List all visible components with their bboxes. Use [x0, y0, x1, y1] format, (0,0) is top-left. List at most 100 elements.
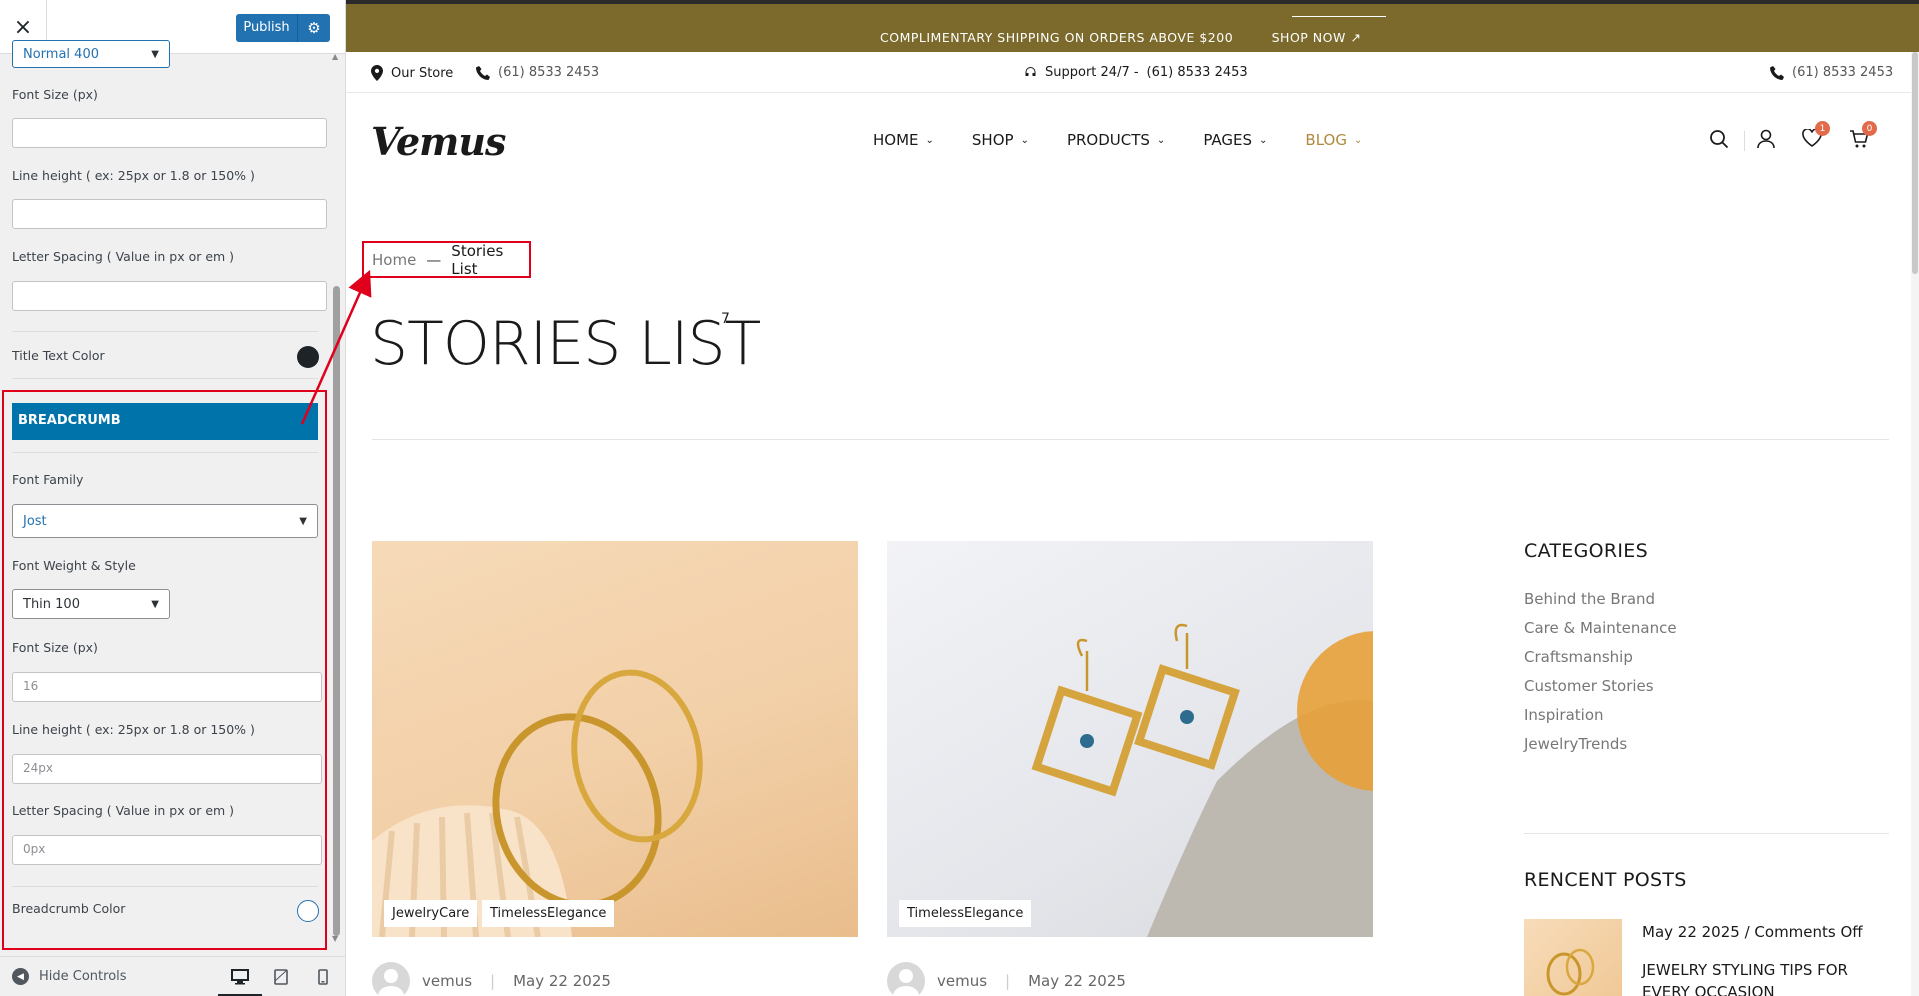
breadcrumb-font-weight-label: Font Weight & Style	[12, 558, 136, 573]
recent-post-thumbnail[interactable]	[1524, 919, 1622, 996]
scroll-down-icon[interactable]: ▼	[332, 934, 338, 943]
main-header: Vemus HOME ⌄ SHOP ⌄ PRODUCTS ⌄ PAGES ⌄ BLOG ⌄…	[346, 93, 1919, 193]
support-label: Support 24/7 -	[1045, 65, 1139, 80]
recent-post-title[interactable]: JEWELRY STYLING TIPS FOR EVERY OCCASION	[1642, 959, 1882, 996]
phone-number-left: (61) 8533 2453	[498, 65, 600, 80]
phone-link-right[interactable]: (61) 8533 2453	[1770, 65, 1893, 80]
category-link[interactable]: Customer Stories	[1524, 677, 1824, 706]
nav-pages-label: PAGES	[1203, 131, 1253, 149]
nav-home[interactable]: HOME ⌄	[873, 131, 934, 149]
desktop-preview-button[interactable]	[218, 965, 262, 996]
wishlist-count-badge: 1	[1815, 121, 1830, 136]
post-meta: vemus | May 22 2025	[372, 962, 611, 996]
publish-settings-button[interactable]: ⚙	[298, 19, 330, 37]
post-card[interactable]: TimelessElegance vemus | May 22 2025	[887, 541, 1373, 996]
phone-icon	[476, 65, 490, 80]
desktop-icon	[231, 969, 249, 985]
hoop-earrings-thumb-image	[1546, 948, 1595, 996]
breadcrumb-color-swatch[interactable]	[297, 900, 319, 922]
category-link[interactable]: Care & Maintenance	[1524, 619, 1824, 648]
nav-products[interactable]: PRODUCTS ⌄	[1067, 131, 1165, 149]
tablet-icon	[274, 969, 288, 985]
chevron-down-icon: ⌄	[925, 134, 934, 146]
recent-post-item[interactable]: May 22 2025 / Comments Off JEWELRY STYLI…	[1524, 919, 1904, 996]
title-letter-spacing-label: Letter Spacing ( Value in px or em )	[12, 249, 235, 264]
nav-pages[interactable]: PAGES ⌄	[1203, 131, 1267, 149]
breadcrumb-separator: —	[426, 250, 442, 269]
title-font-size-input[interactable]	[12, 118, 327, 148]
breadcrumb-home-link[interactable]: Home	[372, 251, 416, 269]
nav-blog[interactable]: BLOG ⌄	[1305, 131, 1362, 149]
publish-button[interactable]: Publish	[236, 14, 298, 42]
publish-button-group: Publish ⚙	[236, 14, 330, 42]
search-button[interactable]	[1709, 129, 1729, 153]
post-tag[interactable]: JewelryCare	[384, 900, 478, 927]
cart-button[interactable]: 0	[1849, 121, 1877, 153]
scrollbar-thumb[interactable]	[333, 286, 340, 936]
breadcrumb-font-family-value: Jost	[23, 513, 47, 529]
title-line-height-input[interactable]	[12, 199, 327, 229]
gear-icon: ⚙	[307, 19, 321, 37]
post-date: May 22 2025	[1028, 972, 1126, 990]
chevron-down-icon: ⌄	[1353, 134, 1363, 146]
categories-widget: CATEGORIES Behind the Brand Care & Maint…	[1524, 540, 1824, 764]
site-preview: COMPLIMENTARY SHIPPING ON ORDERS ABOVE $…	[346, 0, 1919, 996]
breadcrumb-section-header[interactable]: BREADCRUMB	[12, 403, 318, 440]
title-letter-spacing-input[interactable]	[12, 281, 327, 311]
phone-link-left[interactable]: (61) 8533 2453	[476, 65, 599, 80]
chevron-down-icon: ▼	[151, 598, 159, 610]
hide-controls-label: Hide Controls	[39, 969, 127, 984]
post-thumbnail[interactable]: TimelessElegance	[887, 541, 1373, 937]
post-tag[interactable]: TimelessElegance	[899, 900, 1032, 927]
shop-now-underline	[1292, 16, 1386, 17]
title-color-swatch[interactable]	[297, 346, 319, 368]
breadcrumb-font-size-label: Font Size (px)	[12, 640, 98, 655]
collapse-icon: ◀	[12, 968, 29, 985]
recent-posts-title: RENCENT POSTS	[1524, 869, 1687, 891]
sidebar-scrollbar[interactable]: ▲ ▼	[330, 50, 342, 943]
gold-hoop-earrings-image	[372, 669, 703, 937]
account-button[interactable]	[1757, 129, 1775, 153]
mobile-preview-button[interactable]	[311, 965, 335, 989]
post-date: May 22 2025	[513, 972, 611, 990]
divider	[12, 378, 318, 379]
divider	[372, 439, 1889, 440]
nav-shop[interactable]: SHOP ⌄	[972, 131, 1029, 149]
post-thumbnail[interactable]: JewelryCare TimelessElegance	[372, 541, 858, 937]
mobile-icon	[318, 969, 328, 985]
breadcrumb-font-size-input[interactable]: 16	[12, 672, 322, 702]
breadcrumb-letter-spacing-input[interactable]: 0px	[12, 835, 322, 865]
hide-controls-button[interactable]: ◀ Hide Controls	[12, 968, 127, 985]
chevron-down-icon: ▼	[151, 48, 159, 60]
support-phone[interactable]: (61) 8533 2453	[1147, 65, 1248, 80]
headset-icon	[1025, 67, 1036, 76]
author-avatar	[372, 962, 410, 996]
title-font-weight-select[interactable]: Normal 400 ▼	[12, 40, 170, 68]
breadcrumb-line-height-input[interactable]: 24px	[12, 754, 322, 784]
our-store-link[interactable]: Our Store	[371, 65, 453, 81]
support-info: Support 24/7 - (61) 8533 2453	[1024, 65, 1248, 80]
tablet-preview-button[interactable]	[269, 965, 293, 989]
scrollbar-thumb[interactable]	[1912, 52, 1918, 274]
site-logo[interactable]: Vemus	[371, 119, 506, 164]
divider	[12, 331, 318, 332]
breadcrumb-font-family-select[interactable]: Jost ▼	[12, 504, 318, 538]
customizer-sidebar: × Publish ⚙ Normal 400 ▼ Font Size (px) …	[0, 0, 346, 996]
wishlist-button[interactable]: 1	[1802, 121, 1830, 151]
breadcrumb-font-weight-select[interactable]: Thin 100 ▼	[12, 589, 170, 619]
post-card[interactable]: JewelryCare TimelessElegance vemus | May…	[372, 541, 858, 996]
breadcrumb: Home — Stories List	[362, 241, 531, 278]
post-author[interactable]: vemus	[937, 972, 987, 990]
promo-text: COMPLIMENTARY SHIPPING ON ORDERS ABOVE $…	[880, 30, 1234, 44]
scroll-up-icon[interactable]: ▲	[332, 52, 338, 61]
recent-post-date: May 22 2025	[1642, 923, 1740, 941]
shop-now-link[interactable]: SHOP NOW ↗	[1272, 30, 1362, 44]
post-author[interactable]: vemus	[422, 972, 472, 990]
post-tag[interactable]: TimelessElegance	[482, 900, 615, 927]
preview-scrollbar[interactable]	[1911, 52, 1919, 996]
category-link[interactable]: Behind the Brand	[1524, 590, 1824, 619]
category-link[interactable]: Craftsmanship	[1524, 648, 1824, 677]
nav-blog-label: BLOG	[1305, 131, 1347, 149]
category-link[interactable]: Inspiration	[1524, 706, 1824, 735]
category-link[interactable]: JewelryTrends	[1524, 735, 1824, 764]
